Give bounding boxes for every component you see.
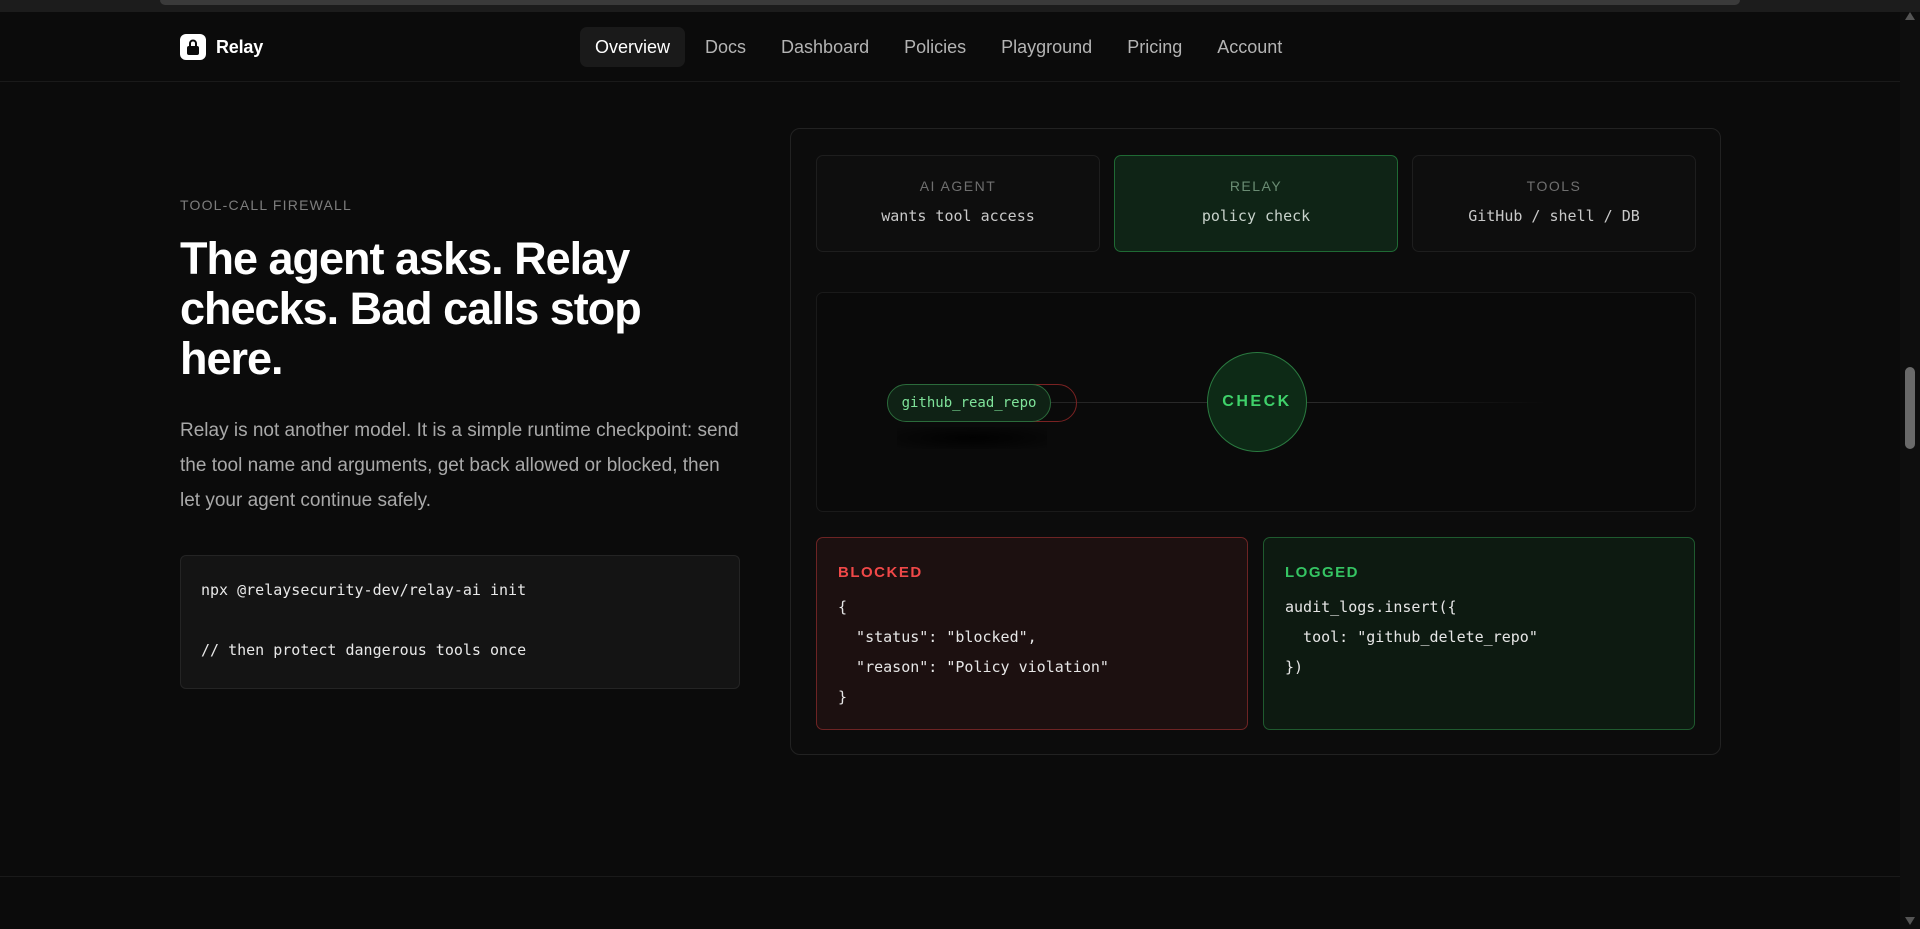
- scrollbar-thumb[interactable]: [1905, 367, 1915, 449]
- hero-headline: The agent asks. Relay checks. Bad calls …: [180, 233, 642, 384]
- nav-item-docs[interactable]: Docs: [690, 27, 761, 67]
- nav-item-pricing[interactable]: Pricing: [1112, 27, 1197, 67]
- scroll-down-icon[interactable]: [1905, 917, 1915, 925]
- ai-agent-node: AI AGENT wants tool access: [816, 155, 1100, 252]
- relay-node: RELAY policy check: [1114, 155, 1398, 252]
- ai-agent-desc: wants tool access: [881, 207, 1035, 225]
- browser-top-strip: [0, 0, 1920, 12]
- blocked-result-card: BLOCKED { "status": "blocked", "reason":…: [816, 537, 1248, 730]
- tools-desc: GitHub / shell / DB: [1468, 207, 1640, 225]
- page-scrollbar[interactable]: [1900, 12, 1920, 929]
- nav-item-dashboard[interactable]: Dashboard: [766, 27, 884, 67]
- nav-item-account[interactable]: Account: [1202, 27, 1297, 67]
- hero-eyebrow: TOOL-CALL FIREWALL: [180, 197, 353, 213]
- nav-item-policies[interactable]: Policies: [889, 27, 981, 67]
- pill-shadow: [897, 427, 1047, 449]
- tools-caption: TOOLS: [1526, 178, 1582, 194]
- lock-icon: [180, 34, 206, 60]
- nav-item-playground[interactable]: Playground: [986, 27, 1107, 67]
- tool-call-pill: github_read_repo: [887, 384, 1051, 422]
- main-nav: Overview Docs Dashboard Policies Playgro…: [580, 27, 1302, 67]
- tool-call-flow: github_read_repo CHECK: [816, 292, 1696, 512]
- brand-name: Relay: [216, 36, 264, 57]
- relay-caption: RELAY: [1229, 178, 1283, 194]
- install-code-block[interactable]: npx @relaysecurity-dev/relay-ai init // …: [180, 555, 740, 689]
- firewall-demo-panel: AI AGENT wants tool access RELAY policy …: [790, 128, 1721, 755]
- scroll-up-icon[interactable]: [1905, 12, 1915, 20]
- blocked-title: BLOCKED: [838, 564, 923, 581]
- nav-item-overview[interactable]: Overview: [580, 27, 686, 67]
- logged-title: LOGGED: [1285, 564, 1360, 581]
- section-divider: [0, 876, 1900, 877]
- relay-desc: policy check: [1201, 207, 1311, 225]
- ai-agent-caption: AI AGENT: [919, 178, 997, 194]
- site-header: Relay Overview Docs Dashboard Policies P…: [0, 12, 1900, 82]
- logged-code: audit_logs.insert({ tool: "github_delete…: [1285, 598, 1538, 676]
- blocked-json: { "status": "blocked", "reason": "Policy…: [838, 598, 1109, 706]
- tools-node: TOOLS GitHub / shell / DB: [1412, 155, 1696, 252]
- hero-description: Relay is not another model. It is a simp…: [180, 420, 739, 511]
- brand-logo[interactable]: Relay: [180, 34, 263, 60]
- logged-result-card: LOGGED audit_logs.insert({ tool: "github…: [1263, 537, 1695, 730]
- browser-tab-bar: [160, 0, 1740, 5]
- code-comment: // then protect dangerous tools once: [201, 641, 527, 659]
- check-gate: CHECK: [1207, 352, 1307, 452]
- install-command: npx @relaysecurity-dev/relay-ai init: [201, 581, 527, 599]
